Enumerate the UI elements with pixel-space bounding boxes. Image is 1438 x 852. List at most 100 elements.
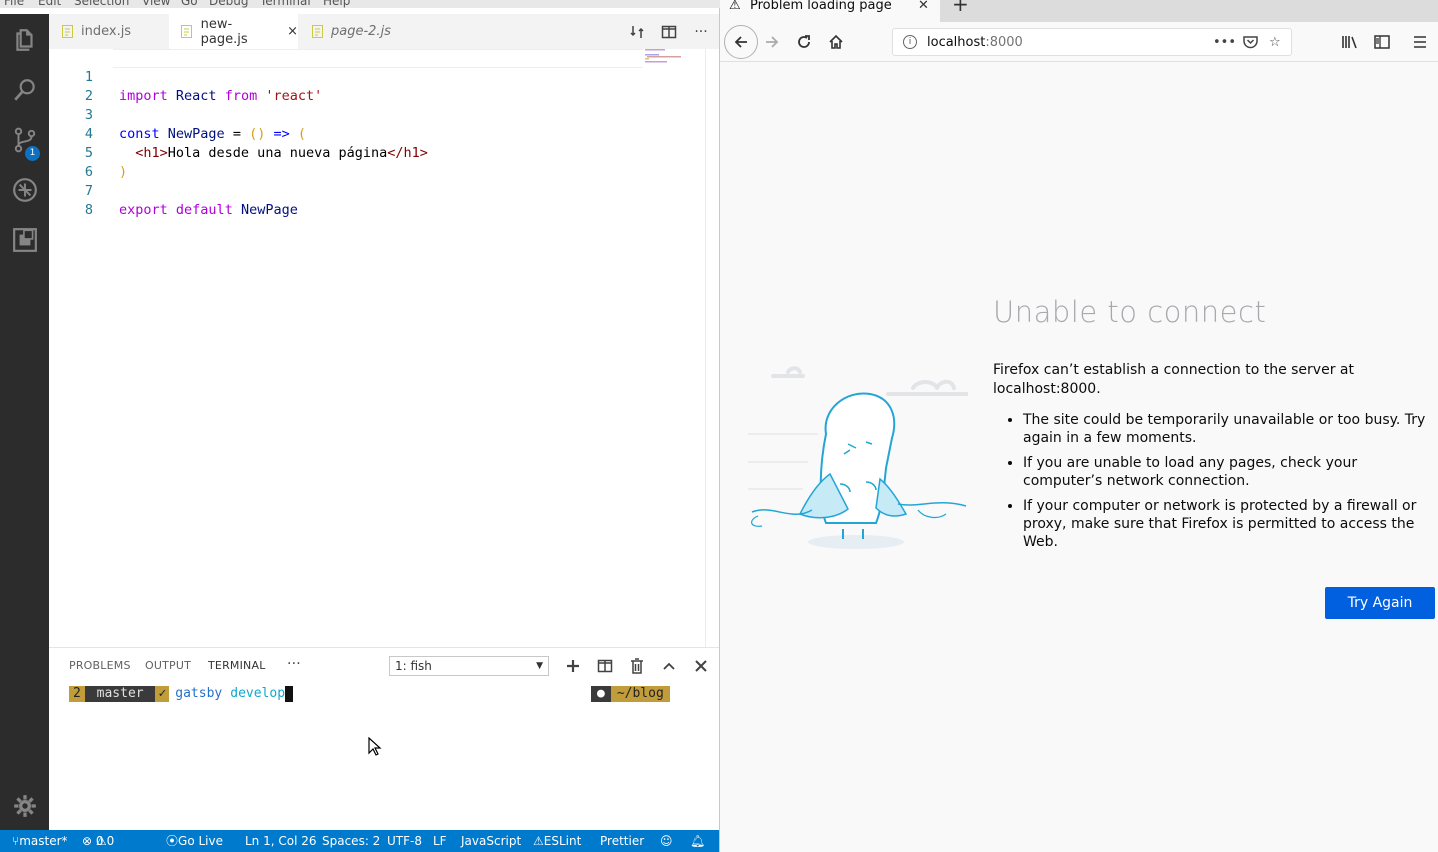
code-editor[interactable]: 1 import React from 'react' 2 3 const Ne… [49,49,719,647]
try-again-button[interactable]: Try Again [1325,587,1435,619]
prettier-status[interactable]: Prettier [600,830,644,852]
code-line: 7 export default NewPage [49,163,298,218]
identifier: NewPage [240,202,298,218]
tab-page-2-js[interactable]: page-2.js [299,14,419,49]
feedback-smiley-icon[interactable]: ☺ [660,830,673,852]
home-button[interactable] [822,28,850,56]
status-bar: ⑂ master* ⊗ 0 ⚠ 0 ⦿ Go Live Ln 1, Col 26… [0,830,719,852]
parens: () [249,126,266,142]
page-actions-icon[interactable]: ••• [1213,35,1236,50]
sad-dino-illustration [748,366,968,549]
warning-icon: ⚠ [729,0,741,13]
close-panel-button[interactable] [689,654,713,678]
error-suggestions: The site could be temporarily unavailabl… [993,411,1433,558]
gear-icon [13,795,36,817]
url-port: :8000 [985,35,1023,50]
paren-close: ) [119,164,128,180]
branch-label: master* [19,834,68,848]
tab-terminal[interactable]: TERMINAL [208,659,266,672]
info-icon[interactable]: i [903,35,917,49]
indentation-status[interactable]: Spaces: 2 [322,830,380,852]
string-literal: 'react' [265,88,323,104]
split-terminal-button[interactable] [593,654,617,678]
terminal-select[interactable]: 1: fish ▼ [389,656,549,676]
go-live-label: Go Live [178,834,223,848]
menu-file[interactable]: File [4,0,24,8]
terminal-right-prompt: ● ~/blog [591,686,670,702]
code-line: 8 [49,182,98,218]
language-mode[interactable]: JavaScript [461,830,521,852]
panel-more-button[interactable]: ··· [287,656,301,672]
new-tab-button[interactable]: + [952,0,969,16]
split-icon [597,659,613,673]
notifications-bell-icon[interactable]: 🔔︎ [690,830,705,852]
js-file-icon [311,25,323,39]
more-actions-button[interactable]: ··· [686,14,716,49]
new-terminal-button[interactable] [561,654,585,678]
open-changes-button[interactable] [622,14,652,49]
terminal-prompt[interactable]: 2 master ✓ gatsby develop [69,686,294,702]
identifier: NewPage [167,126,225,142]
tab-index-js[interactable]: index.js [49,14,169,49]
close-tab-icon[interactable]: × [287,24,298,39]
terminal-command: gatsby [175,686,223,701]
list-item: If you are unable to load any pages, che… [1023,454,1433,490]
editor-scrollbar[interactable] [705,49,719,647]
search-button[interactable] [0,70,49,110]
menu-go[interactable]: Go [181,0,198,8]
tab-new-page-js[interactable]: new-page.js × [169,14,299,49]
scm-badge: 1 [25,146,40,161]
back-button[interactable] [724,25,758,59]
terminal-cursor [285,686,294,702]
menu-terminal[interactable]: Terminal [260,0,311,8]
pocket-icon[interactable] [1243,35,1258,53]
reload-icon [798,35,810,48]
eslint-status[interactable]: ⚠ ESLint [533,830,581,852]
jsx-close-tag: </h1> [387,145,428,161]
tab-problems[interactable]: PROBLEMS [69,659,131,672]
chevron-up-icon [663,662,675,670]
maximize-panel-button[interactable] [657,654,681,678]
menu-help[interactable]: Help [323,0,350,8]
git-branch-status[interactable]: ⑂ master* [12,830,68,852]
url-bar[interactable]: i localhost:8000 ••• ☆ [892,28,1292,56]
source-control-button[interactable]: 1 [0,120,49,161]
url-host: localhost [927,35,986,50]
cursor-position[interactable]: Ln 1, Col 26 [245,830,317,852]
menu-button[interactable] [1406,28,1434,56]
kill-terminal-button[interactable] [625,654,649,678]
split-editor-button[interactable] [654,14,684,49]
minimap[interactable] [645,49,685,63]
library-button[interactable] [1336,28,1364,56]
mouse-pointer-icon [368,737,382,756]
prompt-status-dot: ● [591,686,611,702]
encoding-status[interactable]: UTF-8 [387,830,422,852]
bookmark-star-icon[interactable]: ☆ [1269,35,1281,50]
menu-selection[interactable]: Selection [74,0,129,8]
operator: = [232,126,241,142]
prompt-git-status: ✓ [155,686,170,702]
eol-status[interactable]: LF [433,830,447,852]
code-line: 4 <h1>Hola desde una nueva página</h1> [49,106,428,161]
home-icon [829,34,843,49]
hamburger-icon [1414,36,1426,48]
browser-tab[interactable]: ⚠ Problem loading page ✕ [720,0,940,22]
go-live-button[interactable]: ⦿ Go Live [166,830,223,852]
explorer-button[interactable] [0,20,49,60]
menu-view[interactable]: View [142,0,170,8]
debug-button[interactable] [0,170,49,210]
tab-label: page-2.js [331,24,391,39]
reload-button[interactable] [790,28,818,56]
compare-icon [630,25,644,38]
manage-button[interactable] [0,786,49,826]
forward-button[interactable] [758,28,786,56]
menu-edit[interactable]: Edit [38,0,61,8]
close-tab-icon[interactable]: ✕ [918,0,929,13]
sidebar-button[interactable] [1368,28,1396,56]
extensions-button[interactable] [0,220,49,260]
menu-debug[interactable]: Debug [209,0,248,8]
problems-status[interactable]: ⊗ 0 ⚠ 0 [82,830,114,852]
tab-output[interactable]: OUTPUT [145,659,191,672]
menu-bar: File Edit Selection View Go Debug Termin… [0,0,720,8]
plus-icon [567,660,579,672]
